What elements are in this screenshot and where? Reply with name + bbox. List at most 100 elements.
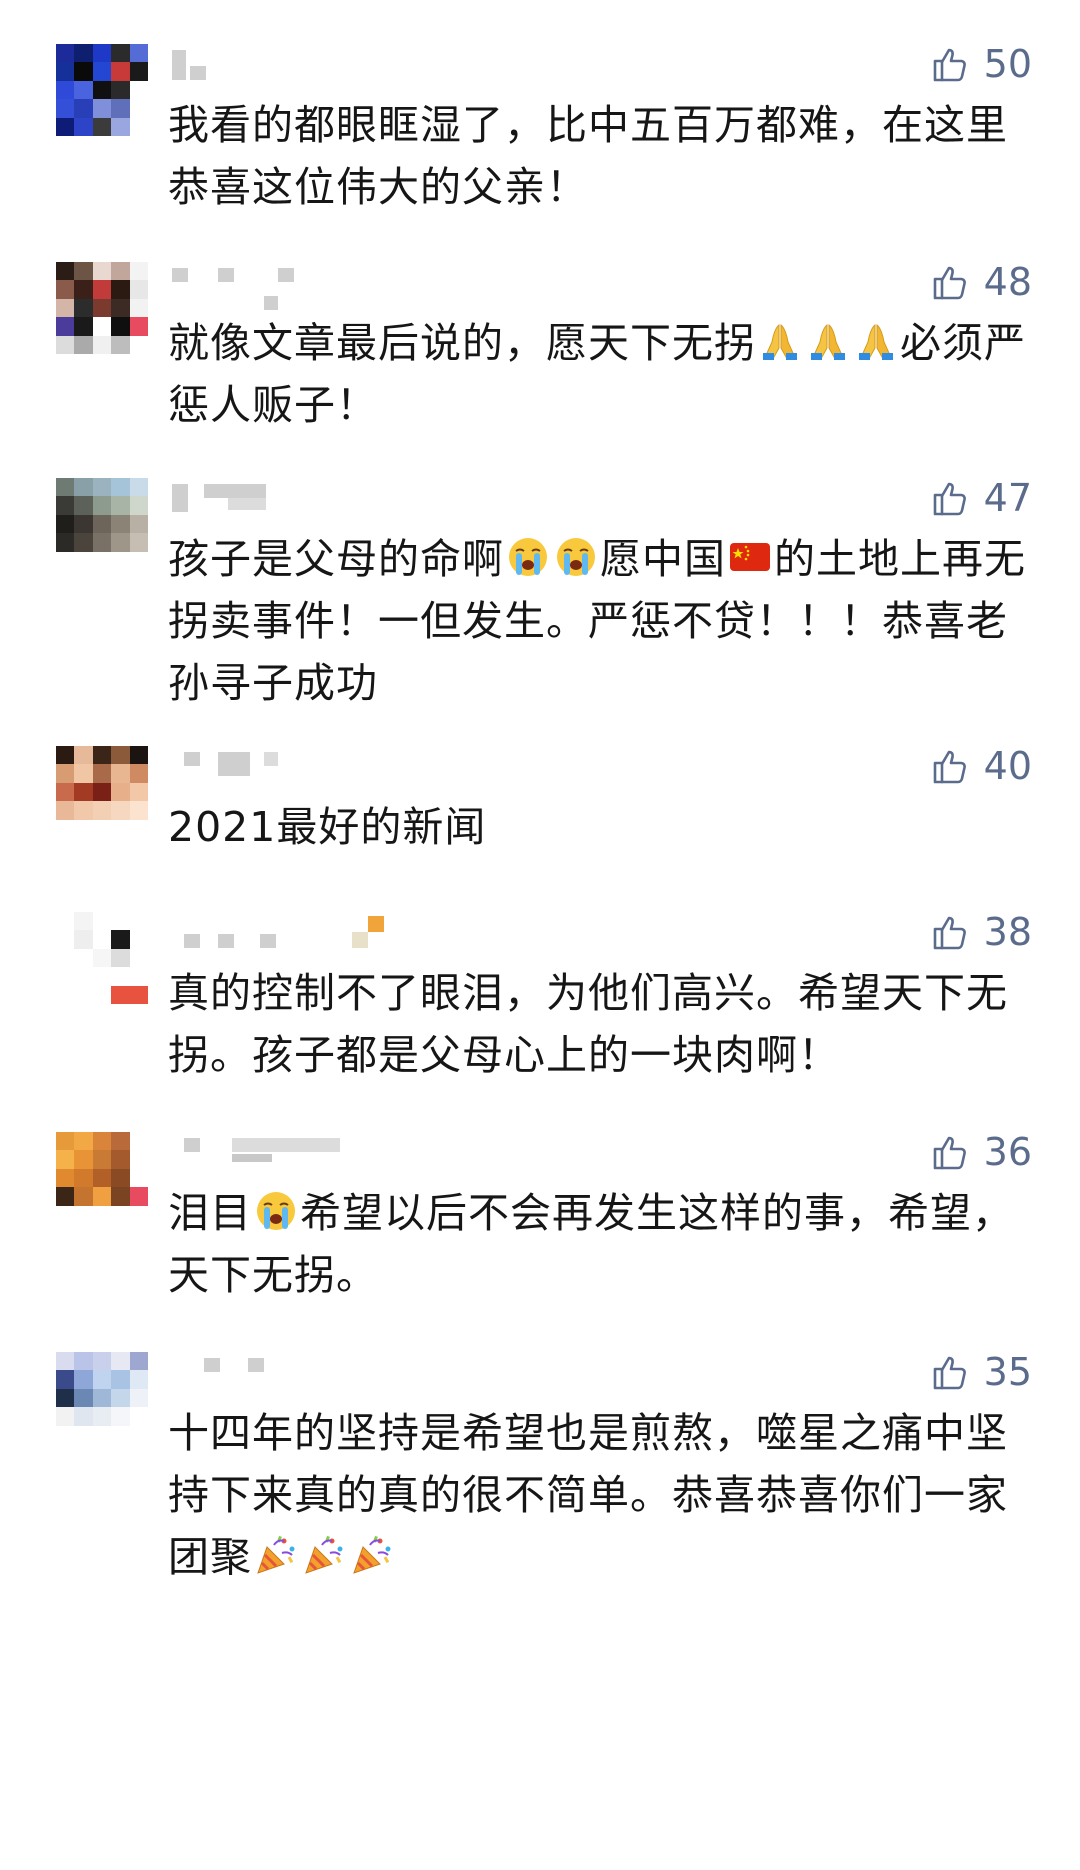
avatar-pixel	[92, 280, 112, 299]
avatar-pixel	[56, 948, 75, 968]
comment-text: 2021最好的新闻	[168, 803, 487, 851]
avatar-pixel	[74, 62, 93, 81]
avatar-pixel	[74, 948, 93, 968]
like-count: 48	[983, 260, 1032, 304]
avatar-pixel	[111, 335, 130, 354]
username-redacted[interactable]	[168, 1356, 468, 1396]
avatar-pixel	[56, 514, 75, 534]
avatar-pixel	[129, 1168, 148, 1188]
avatar-pixel	[129, 335, 148, 354]
avatar-pixel	[129, 1352, 148, 1371]
comment-text-part: 就像文章最后说的，愿天下无拐	[168, 319, 756, 367]
avatar[interactable]	[56, 1132, 148, 1224]
avatar-pixel	[56, 280, 75, 299]
like-count: 50	[983, 42, 1032, 86]
avatar-pixel	[56, 1407, 75, 1426]
avatar-pixel	[56, 1132, 75, 1151]
like-button[interactable]: 48	[930, 262, 1032, 302]
avatar-pixel	[56, 967, 75, 986]
avatar-pixel	[92, 117, 112, 136]
avatar-pixel	[92, 298, 112, 318]
avatar-pixel	[74, 1407, 93, 1426]
avatar-pixel	[74, 80, 93, 100]
avatar-pixel	[56, 317, 75, 336]
avatar-pixel	[92, 967, 112, 986]
thumbs-up-icon	[930, 746, 970, 786]
avatar-pixel	[56, 930, 75, 949]
avatar-pixel	[56, 801, 75, 820]
avatar[interactable]	[56, 478, 148, 570]
avatar-pixel	[74, 1168, 93, 1188]
party-popper-emoji	[302, 1533, 346, 1577]
avatar-pixel	[92, 782, 112, 802]
avatar-pixel	[74, 496, 93, 515]
avatar-pixel	[56, 1370, 75, 1389]
avatar[interactable]	[56, 912, 148, 1004]
avatar-pixel	[129, 967, 148, 986]
avatar-pixel	[74, 967, 93, 986]
avatar-pixel	[74, 514, 93, 534]
avatar-pixel	[111, 44, 130, 63]
avatar-pixel	[56, 1168, 75, 1188]
avatar-pixel	[56, 262, 75, 281]
avatar[interactable]	[56, 262, 148, 354]
username-redacted[interactable]	[168, 916, 468, 956]
avatar-pixel	[92, 1168, 112, 1188]
avatar-pixel	[74, 1388, 93, 1408]
avatar-pixel	[56, 746, 75, 765]
avatar[interactable]	[56, 746, 148, 838]
avatar-pixel	[111, 280, 130, 299]
avatar[interactable]	[56, 1352, 148, 1444]
avatar-pixel	[111, 1168, 130, 1188]
avatar-pixel	[129, 930, 148, 949]
avatar-pixel	[129, 317, 148, 336]
folded-hands-emoji	[806, 319, 850, 363]
like-button[interactable]: 50	[930, 44, 1032, 84]
avatar-pixel	[129, 44, 148, 63]
avatar-pixel	[129, 801, 148, 820]
crying-face-emoji	[554, 535, 598, 579]
avatar-pixel	[92, 1370, 112, 1389]
like-count: 35	[983, 1350, 1032, 1394]
avatar-pixel	[92, 80, 112, 100]
avatar-pixel	[111, 930, 130, 949]
username-redacted[interactable]	[168, 1136, 468, 1176]
username-redacted[interactable]	[168, 750, 468, 790]
avatar-pixel	[111, 117, 130, 136]
like-button[interactable]: 38	[930, 912, 1032, 952]
username-redacted[interactable]	[168, 266, 468, 310]
avatar-pixel	[92, 1187, 112, 1206]
avatar-pixel	[56, 99, 75, 118]
avatar-pixel	[111, 99, 130, 118]
avatar-pixel	[56, 117, 75, 136]
like-button[interactable]: 40	[930, 746, 1032, 786]
username-redacted[interactable]	[168, 48, 468, 88]
avatar-pixel	[92, 1150, 112, 1169]
avatar-pixel	[74, 262, 93, 281]
avatar-pixel	[56, 298, 75, 318]
like-button[interactable]: 36	[930, 1132, 1032, 1172]
avatar-pixel	[56, 1205, 75, 1224]
avatar-pixel	[129, 782, 148, 802]
like-button[interactable]: 47	[930, 478, 1032, 518]
avatar-pixel	[56, 44, 75, 63]
avatar-pixel	[111, 782, 130, 802]
comment-text: 十四年的坚持是希望也是煎熬，噬星之痛中坚持下来真的真的很不简单。恭喜恭喜你们一家…	[168, 1402, 1028, 1588]
avatar-pixel	[129, 1187, 148, 1206]
avatar-pixel	[129, 99, 148, 118]
avatar-pixel	[56, 496, 75, 515]
like-button[interactable]: 35	[930, 1352, 1032, 1392]
avatar-pixel	[74, 99, 93, 118]
avatar[interactable]	[56, 44, 148, 136]
avatar-pixel	[92, 746, 112, 765]
avatar-pixel	[92, 985, 112, 1004]
avatar-pixel	[111, 551, 130, 570]
avatar-pixel	[92, 99, 112, 118]
avatar-pixel	[129, 819, 148, 838]
folded-hands-emoji	[854, 319, 898, 363]
avatar-pixel	[56, 985, 75, 1004]
avatar-pixel	[74, 317, 93, 336]
avatar-pixel	[56, 1352, 75, 1371]
username-redacted[interactable]	[168, 482, 468, 522]
avatar-pixel	[92, 1407, 112, 1426]
